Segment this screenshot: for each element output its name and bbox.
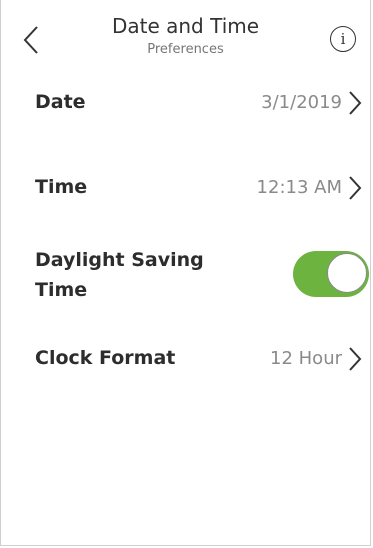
daylight-saving-row: Daylight Saving Time — [1, 245, 370, 307]
date-value: 3/1/2019 — [261, 92, 342, 113]
back-button[interactable] — [19, 22, 43, 58]
daylight-saving-toggle[interactable] — [293, 251, 369, 297]
page-subtitle: Preferences — [147, 42, 224, 57]
chevron-right-icon — [346, 88, 364, 118]
chevron-left-icon — [23, 26, 38, 54]
date-row[interactable]: Date 3/1/2019 — [1, 88, 370, 118]
date-label: Date — [35, 91, 86, 113]
date-time-screen: Date and Time Preferences i Date 3/1/201… — [0, 0, 371, 546]
chevron-right-icon — [346, 344, 364, 374]
info-button[interactable]: i — [330, 26, 356, 52]
info-icon: i — [340, 29, 346, 48]
chevron-right-icon — [346, 173, 364, 203]
clock-format-value: 12 Hour — [270, 348, 342, 369]
time-row[interactable]: Time 12:13 AM — [1, 173, 370, 203]
clock-format-label: Clock Format — [35, 347, 176, 369]
toggle-knob — [327, 253, 367, 293]
header-titles: Date and Time Preferences — [61, 14, 310, 58]
daylight-saving-label: Daylight Saving Time — [35, 249, 204, 301]
time-value: 12:13 AM — [256, 177, 342, 198]
header: Date and Time Preferences i — [1, 0, 370, 78]
clock-format-row[interactable]: Clock Format 12 Hour — [1, 344, 370, 374]
time-label: Time — [35, 176, 88, 198]
page-title: Date and Time — [111, 14, 260, 38]
